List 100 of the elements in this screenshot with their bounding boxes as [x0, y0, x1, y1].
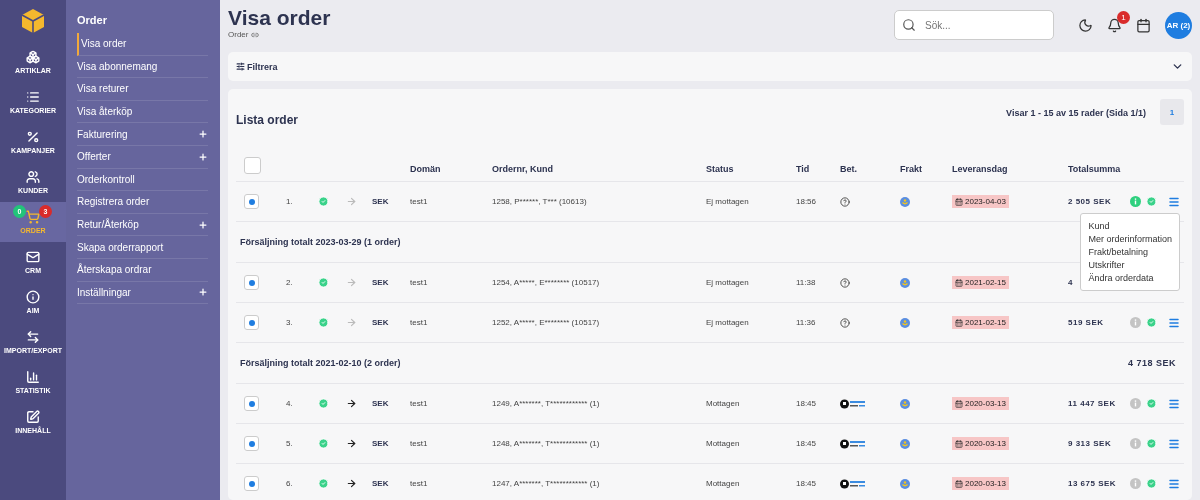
menu-icon[interactable]	[1168, 477, 1180, 490]
total-cell-text: 519 SEK	[1068, 318, 1105, 327]
submenu-item[interactable]: Visa abonnemang	[77, 55, 208, 79]
arrow-icon[interactable]	[346, 438, 357, 449]
column-header: Totalsumma	[1068, 163, 1122, 174]
submenu-item[interactable]: Registrera order	[77, 191, 208, 214]
submenu-item[interactable]: Orderkontroll	[77, 168, 208, 192]
info-icon[interactable]	[1130, 196, 1141, 207]
menu-item[interactable]: Ändra orderdata	[1088, 273, 1172, 283]
bell-icon[interactable]	[1107, 17, 1122, 33]
order-row[interactable]: 4. SEK test1 1249, A*******, T************ (1) Mottagen 18:45 2020-03-13 11 447 SEK	[236, 384, 1184, 424]
submenu-item[interactable]: Återskapa ordrar	[77, 258, 208, 282]
order-row[interactable]: 5. SEK test1 1248, A*******, T************ (1) Mottagen 18:45 2020-03-13 9 313 SEK	[236, 424, 1184, 464]
delivery-date: 2020-03-13	[952, 437, 1009, 450]
check-icon	[1146, 478, 1157, 489]
menu-icon[interactable]	[1168, 195, 1180, 208]
row-checkbox[interactable]	[244, 315, 259, 330]
delivery-date: 2020-03-13	[952, 397, 1009, 410]
menu-item[interactable]: Mer orderinformation	[1088, 234, 1172, 244]
arrows-icon	[26, 330, 40, 344]
submenu-item[interactable]: Visa returer	[77, 78, 208, 101]
menu-item[interactable]: Frakt/betalning	[1088, 247, 1172, 257]
column-header: Frakt	[900, 163, 923, 174]
row-checkbox[interactable]	[244, 396, 259, 411]
filter-bar[interactable]: Filtrera	[228, 52, 1192, 81]
user-avatar[interactable]: AR (2)	[1165, 11, 1192, 39]
time-cell-text: 18:45	[796, 439, 818, 448]
invoice-logo-icon	[840, 438, 867, 449]
row-number: 2.	[286, 278, 294, 287]
row-number: 5.	[286, 439, 294, 448]
filter-label: Filtrera	[236, 61, 278, 72]
menu-item[interactable]: Kund	[1088, 221, 1172, 231]
group-label: Försäljning totalt 2021-02-10 (2 order)	[240, 358, 401, 368]
check-icon	[318, 438, 329, 449]
info-icon	[26, 290, 40, 304]
submenu-item[interactable]: Skapa orderrapport	[77, 236, 208, 259]
row-number: 6.	[286, 479, 294, 488]
submenu-item[interactable]: Visa återköp	[77, 100, 208, 124]
currency-cell-text: SEK	[372, 278, 390, 287]
currency-cell-text: SEK	[372, 439, 390, 448]
row-checkbox[interactable]	[244, 194, 259, 209]
submenu-item[interactable]: Retur/Återköp	[77, 213, 208, 237]
row-checkbox[interactable]	[244, 275, 259, 290]
link-icon	[251, 30, 260, 39]
order-cell-text: 1249, A*******, T************ (1)	[492, 399, 601, 408]
search-field[interactable]: Sök...	[894, 10, 1054, 40]
time-cell-text: 18:45	[796, 399, 818, 408]
delivery-date: 2020-03-13	[952, 477, 1009, 490]
submenu-item[interactable]: Fakturering	[77, 123, 208, 146]
row-number: 1.	[286, 197, 294, 206]
mail-icon	[26, 250, 40, 264]
menu-icon[interactable]	[1168, 437, 1180, 450]
column-header: Domän	[410, 163, 442, 174]
currency-cell-text: SEK	[372, 399, 390, 408]
check-icon	[318, 398, 329, 409]
select-all-checkbox[interactable]	[244, 157, 261, 174]
row-number: 4.	[286, 399, 294, 408]
calendar-icon[interactable]	[1136, 17, 1151, 33]
check-icon	[1146, 317, 1157, 328]
time-cell-text: 11:36	[796, 318, 817, 327]
check-icon	[1146, 398, 1157, 409]
order-cell-text: 1254, A*****, E******** (10517)	[492, 278, 601, 287]
domain-cell-text: test1	[410, 399, 429, 408]
status-cell-text: Ej mottagen	[706, 197, 750, 206]
check-icon	[318, 478, 329, 489]
breadcrumb[interactable]: Order	[228, 30, 331, 39]
status-cell-text: Mottagen	[706, 479, 741, 488]
moon-icon[interactable]	[1078, 17, 1093, 33]
order-row[interactable]: 6. SEK test1 1247, A*******, T************ (1) Mottagen 18:45 2020-03-13 13 675 SEK	[236, 464, 1184, 500]
submenu-item[interactable]: Offerter	[77, 145, 208, 169]
boxes-icon	[26, 50, 40, 64]
order-cell-text: 1258, P******, T*** (10613)	[492, 197, 588, 206]
time-cell-text: 18:56	[796, 197, 818, 206]
menu-icon[interactable]	[1168, 316, 1180, 329]
submenu-item[interactable]: Inställningar	[77, 281, 208, 305]
total-cell-text: 2 505 SEK	[1068, 197, 1113, 206]
column-header: Bet.	[840, 163, 858, 174]
row-checkbox[interactable]	[244, 436, 259, 451]
calendar-icon	[955, 197, 963, 206]
domain-cell-text: test1	[410, 318, 429, 327]
currency-cell-text: SEK	[372, 197, 390, 206]
arrow-icon[interactable]	[346, 478, 357, 489]
globe-icon	[900, 438, 910, 449]
calendar-icon	[955, 479, 963, 488]
order-cell-text: 1247, A*******, T************ (1)	[492, 479, 601, 488]
time-cell-text: 11:38	[796, 278, 817, 287]
sliders-icon	[236, 62, 245, 71]
users-icon	[26, 170, 40, 184]
submenu-item[interactable]: Visa order	[77, 33, 208, 56]
row-checkbox[interactable]	[244, 476, 259, 491]
column-header: Ordernr, Kund	[492, 163, 554, 174]
menu-item[interactable]: Utskrifter	[1088, 260, 1172, 270]
menu-icon[interactable]	[1168, 397, 1180, 410]
page-button[interactable]: 1	[1160, 99, 1184, 125]
currency-cell-text: SEK	[372, 318, 390, 327]
total-cell-text: 4	[1068, 278, 1074, 287]
column-header: Leveransdag	[952, 163, 1009, 174]
order-row[interactable]: 3. SEK test1 1252, A*****, E******** (10517) Ej mottagen 11:36 2021-02-15 519 SEK	[236, 303, 1184, 343]
arrow-icon[interactable]	[346, 398, 357, 409]
help-icon	[840, 277, 850, 288]
